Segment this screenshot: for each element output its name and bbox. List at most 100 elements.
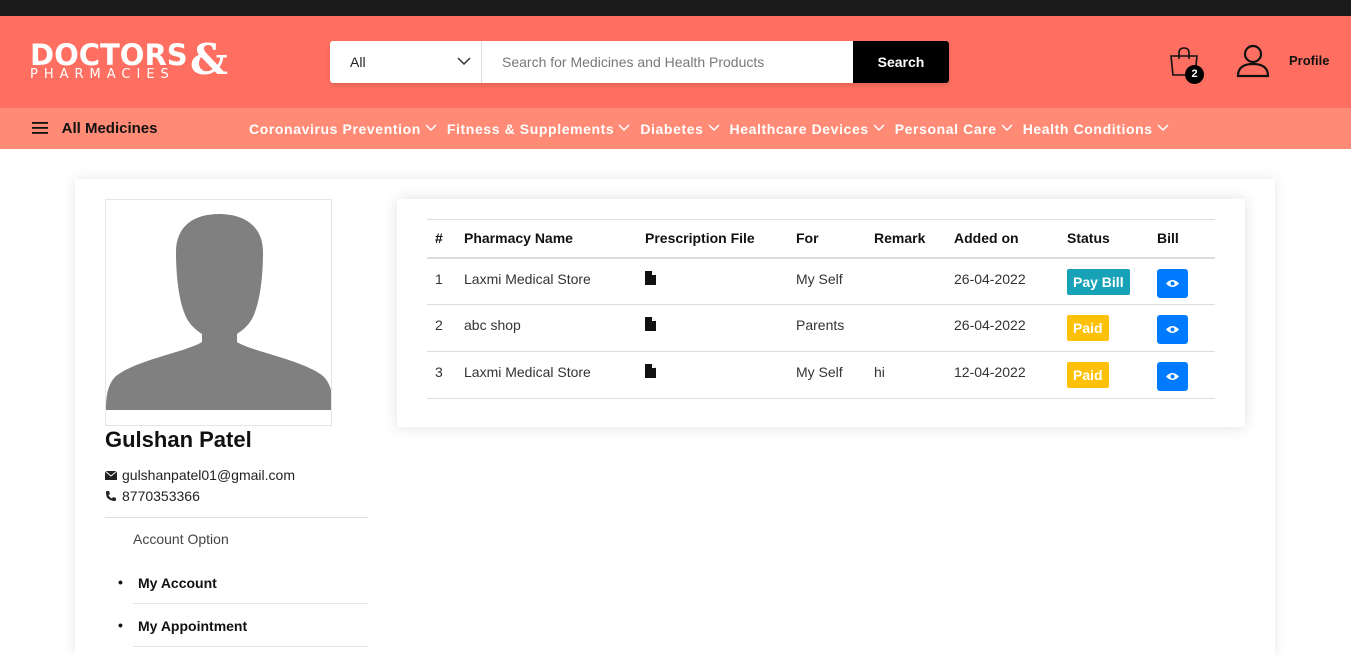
for-value: My Self <box>788 351 866 399</box>
nav-label: Personal Care <box>894 121 997 137</box>
logo-ampersand: & <box>190 35 228 84</box>
chevron-down-icon <box>425 124 437 132</box>
col-pharmacy-name: Pharmacy Name <box>456 219 637 259</box>
site-header: DOCTORS PHARMACIES & All Search 2 Profil… <box>0 16 1351 108</box>
for-value: My Self <box>788 257 866 305</box>
file-icon <box>645 364 656 378</box>
nav-coronavirus-prevention[interactable]: Coronavirus Prevention <box>249 121 437 137</box>
nav-diabetes[interactable]: Diabetes <box>640 121 720 137</box>
nav-label: Coronavirus Prevention <box>249 121 421 137</box>
prescriptions-table: # Pharmacy Name Prescription File For Re… <box>427 219 1215 399</box>
remark-value <box>866 257 946 305</box>
status-cell: Pay Bill <box>1059 257 1149 305</box>
table-row: 2 abc shop Parents 26-04-2022 Paid <box>427 304 1215 352</box>
avatar <box>105 199 332 426</box>
chevron-down-icon <box>873 124 885 132</box>
nav-links: Coronavirus Prevention Fitness & Supplem… <box>249 121 1179 137</box>
menu-my-appointment[interactable]: My Appointment <box>118 603 368 647</box>
top-strip <box>0 0 1351 16</box>
added-on-value: 12-04-2022 <box>946 351 1059 399</box>
paid-badge: Paid <box>1067 315 1109 341</box>
added-on-value: 26-04-2022 <box>946 257 1059 305</box>
pharmacy-name: abc shop <box>456 304 637 352</box>
cart-button[interactable]: 2 <box>1168 46 1208 86</box>
row-number: 1 <box>427 257 456 305</box>
nav-label: Fitness & Supplements <box>446 121 615 137</box>
file-icon <box>645 270 656 285</box>
user-email: gulshanpatel01@gmail.com <box>122 467 295 483</box>
col-bill: Bill <box>1149 219 1215 259</box>
chevron-down-icon <box>1001 124 1013 132</box>
view-bill-button[interactable] <box>1157 268 1188 298</box>
user-button[interactable] <box>1236 44 1270 80</box>
pharmacy-name: Laxmi Medical Store <box>456 257 637 305</box>
eye-icon <box>1166 279 1179 287</box>
chevron-down-icon <box>1157 124 1169 132</box>
file-icon <box>645 317 656 331</box>
row-number: 2 <box>427 304 456 352</box>
col-for: For <box>788 219 866 259</box>
col-remark: Remark <box>866 219 946 259</box>
all-medicines-menu[interactable]: All Medicines <box>32 120 157 137</box>
nav-label: Healthcare Devices <box>729 121 869 137</box>
prescription-file-link[interactable] <box>637 257 788 305</box>
prescription-file-link[interactable] <box>637 351 788 399</box>
user-name: Gulshan Patel <box>105 427 252 452</box>
view-bill-button[interactable] <box>1157 315 1188 344</box>
nav-personal-care[interactable]: Personal Care <box>895 121 1013 137</box>
eye-icon <box>1166 326 1179 333</box>
col-prescription-file: Prescription File <box>637 219 788 259</box>
status-cell: Paid <box>1059 304 1149 352</box>
table-header-row: # Pharmacy Name Prescription File For Re… <box>427 219 1215 259</box>
eye-icon <box>1166 373 1179 380</box>
menu-my-account[interactable]: My Account <box>118 560 368 604</box>
all-medicines-label: All Medicines <box>61 120 158 137</box>
profile-link[interactable]: Profile <box>1289 53 1329 68</box>
status-cell: Paid <box>1059 351 1149 399</box>
search-input[interactable] <box>482 41 853 83</box>
nav-health-conditions[interactable]: Health Conditions <box>1023 121 1169 137</box>
nav-label: Diabetes <box>640 121 704 137</box>
nav-label: Health Conditions <box>1022 121 1153 137</box>
table-row: 3 Laxmi Medical Store My Self hi 12-04-2… <box>427 351 1215 399</box>
nav-fitness-supplements[interactable]: Fitness & Supplements <box>447 121 630 137</box>
phone-icon <box>106 491 116 501</box>
category-nav: All Medicines Coronavirus Prevention Fit… <box>0 108 1351 149</box>
row-number: 3 <box>427 351 456 399</box>
account-option-heading: Account Option <box>133 531 229 547</box>
remark-value <box>866 304 946 352</box>
logo-line1: DOCTORS <box>30 38 188 72</box>
brand-logo[interactable]: DOCTORS PHARMACIES & <box>30 35 230 86</box>
chevron-down-icon <box>618 124 630 132</box>
user-phone: 8770353366 <box>122 488 200 504</box>
user-phone-row: 8770353366 <box>105 488 200 504</box>
category-value: All <box>350 54 366 70</box>
bill-cell <box>1149 351 1215 399</box>
envelope-icon <box>104 470 118 480</box>
category-select[interactable]: All <box>330 41 482 83</box>
remark-value: hi <box>866 351 946 399</box>
paid-badge: Paid <box>1067 362 1109 388</box>
divider <box>105 517 368 518</box>
hamburger-icon <box>32 122 48 134</box>
for-value: Parents <box>788 304 866 352</box>
logo-line2: PHARMACIES <box>30 67 175 82</box>
added-on-value: 26-04-2022 <box>946 304 1059 352</box>
prescription-file-link[interactable] <box>637 304 788 352</box>
user-icon <box>1236 44 1270 78</box>
avatar-silhouette <box>106 214 331 410</box>
bill-cell <box>1149 304 1215 352</box>
search-button[interactable]: Search <box>853 41 949 83</box>
nav-healthcare-devices[interactable]: Healthcare Devices <box>730 121 885 137</box>
pharmacy-name: Laxmi Medical Store <box>456 351 637 399</box>
col-status: Status <box>1059 219 1149 259</box>
chevron-down-icon <box>707 124 720 132</box>
pay-bill-button[interactable]: Pay Bill <box>1067 268 1130 295</box>
chevron-down-icon <box>457 57 471 66</box>
col-number: # <box>427 219 456 259</box>
view-bill-button[interactable] <box>1157 362 1188 391</box>
search-bar: All Search <box>330 41 949 83</box>
cart-count-badge: 2 <box>1185 65 1204 84</box>
prescriptions-table-card: # Pharmacy Name Prescription File For Re… <box>397 199 1245 427</box>
col-added-on: Added on <box>946 219 1059 259</box>
